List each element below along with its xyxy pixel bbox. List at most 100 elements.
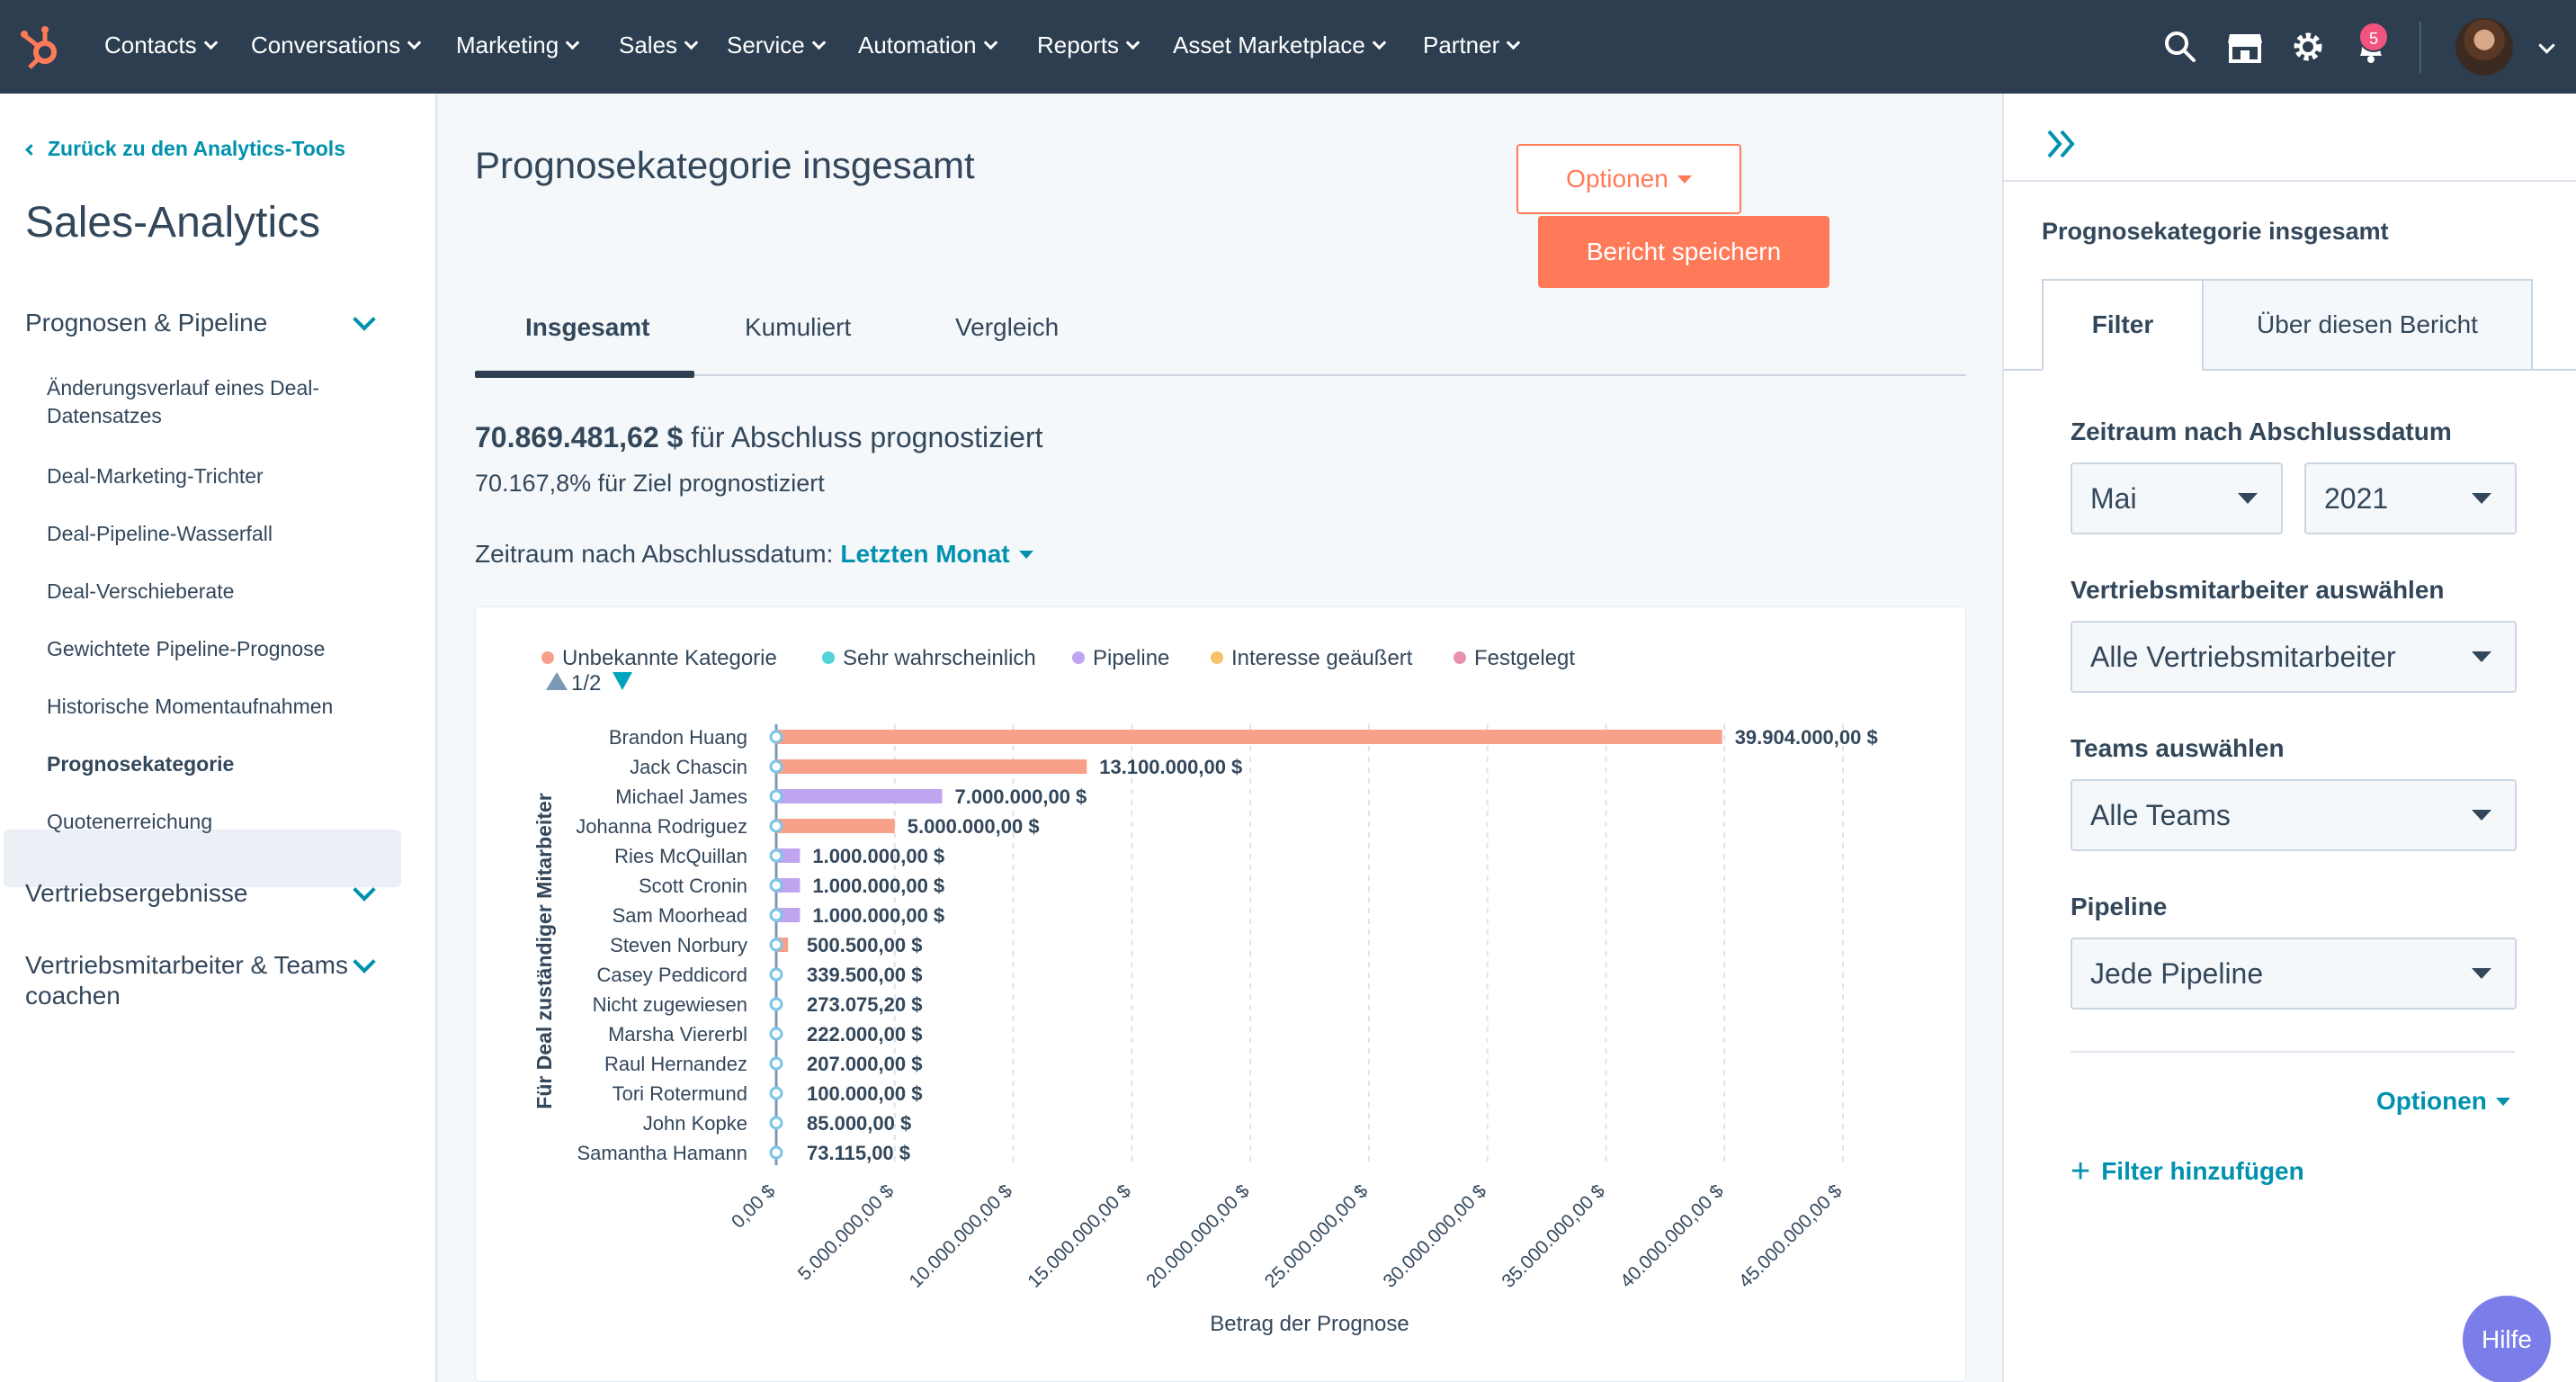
month-select[interactable]: Mai (2071, 462, 2283, 534)
caret-down-icon (1677, 175, 1692, 184)
axis-point-marker (769, 819, 783, 833)
chevron-down-icon[interactable] (2538, 37, 2555, 54)
x-tick-label: 30.000.000,00 $ (1380, 1180, 1491, 1292)
sidebar-section-sales-results[interactable]: Vertriebsergebnisse (25, 878, 349, 909)
nav-sales[interactable]: Sales (619, 27, 699, 63)
axis-point-marker (769, 878, 783, 893)
nav-automation[interactable]: Automation (858, 27, 997, 63)
legend-label: Pipeline (1093, 646, 1169, 670)
tab-overall[interactable]: Insgesamt (525, 313, 650, 342)
sidebar-section-forecast-pipeline[interactable]: Prognosen & Pipeline (25, 308, 349, 338)
tabs-divider (475, 374, 1966, 376)
x-tick-label: 35.000.000,00 $ (1498, 1180, 1609, 1292)
caret-down-icon (2472, 651, 2491, 662)
axis-point-marker (769, 1086, 783, 1100)
legend-label: Interesse geäußert (1231, 646, 1413, 670)
nav-divider (2419, 22, 2421, 74)
tab-cumulative[interactable]: Kumuliert (745, 313, 851, 342)
y-tick-label: Scott Cronin (639, 875, 747, 897)
caret-down-icon (2472, 493, 2491, 504)
y-tick-label: Steven Norbury (610, 934, 747, 956)
nav-marketing[interactable]: Marketing (456, 27, 580, 63)
data-label: 100.000,00 $ (807, 1082, 922, 1105)
x-axis-title: Betrag der Prognose (1210, 1312, 1409, 1336)
help-button[interactable]: Hilfe (2463, 1296, 2551, 1382)
filter-options-dropdown[interactable]: Optionen (2376, 1087, 2510, 1116)
tab-filter[interactable]: Filter (2042, 279, 2204, 371)
chevron-down-icon[interactable] (353, 308, 376, 331)
team-filter-label: Teams auswählen (2071, 734, 2285, 762)
marketplace-icon[interactable] (2225, 27, 2265, 67)
data-label: 1.000.000,00 $ (812, 845, 944, 867)
axis-point-marker (769, 997, 783, 1011)
nav-asset-marketplace[interactable]: Asset Marketplace (1173, 27, 1387, 63)
x-tick-label: 15.000.000,00 $ (1024, 1180, 1135, 1292)
sidebar-item-forecast-category[interactable]: Prognosekategorie (47, 750, 389, 778)
axis-point-marker (769, 967, 783, 982)
axis-point-marker (769, 1056, 783, 1071)
y-tick-label: Sam Moorhead (613, 904, 747, 927)
options-button[interactable]: Optionen (1516, 144, 1741, 214)
nav-conversations[interactable]: Conversations (251, 27, 422, 63)
axis-point-marker (769, 1145, 783, 1160)
legend-label: Unbekannte Kategorie (562, 646, 777, 670)
collapse-panel-icon[interactable] (2044, 126, 2080, 162)
bar-segment (776, 789, 943, 803)
date-range-dropdown[interactable]: Letzten Monat (840, 540, 1033, 568)
axis-point-marker (769, 848, 783, 863)
avatar[interactable] (2455, 18, 2513, 76)
legend-page-indicator: 1/2 (571, 671, 601, 695)
active-tab-indicator (475, 371, 694, 378)
rep-select[interactable]: Alle Vertriebsmitarbeiter (2071, 621, 2517, 693)
y-tick-label: Ries McQuillan (614, 845, 747, 867)
sidebar-section-coaching[interactable]: Vertriebsmitarbeiter & Teams coachen (25, 950, 349, 1011)
sidebar-item-quota-attainment[interactable]: Quotenerreichung (47, 808, 389, 836)
sidebar-item-weighted-forecast[interactable]: Gewichtete Pipeline-Prognose (47, 635, 389, 663)
search-icon[interactable] (2160, 27, 2200, 67)
data-label: 1.000.000,00 $ (812, 875, 944, 897)
nav-contacts[interactable]: Contacts (104, 27, 218, 63)
sidebar-item-pipeline-waterfall[interactable]: Deal-Pipeline-Wasserfall (47, 520, 389, 548)
legend-marker (541, 651, 554, 664)
y-tick-label: John Kopke (643, 1112, 747, 1135)
sidebar-item-deal-funnel[interactable]: Deal-Marketing-Trichter (47, 462, 389, 490)
chevron-down-icon (1506, 35, 1521, 50)
x-tick-label: 45.000.000,00 $ (1735, 1180, 1847, 1292)
back-to-analytics-link[interactable]: Zurück zu den Analytics-Tools (25, 137, 345, 161)
hubspot-logo-icon[interactable] (18, 22, 68, 72)
sidebar-item-snapshots[interactable]: Historische Momentaufnahmen (47, 693, 389, 721)
sidebar-item-deal-slippage[interactable]: Deal-Verschieberate (47, 578, 389, 606)
pipeline-select[interactable]: Jede Pipeline (2071, 938, 2517, 1010)
tab-comparison[interactable]: Vergleich (955, 313, 1059, 342)
add-filter-button[interactable]: + Filter hinzufügen (2071, 1150, 2304, 1190)
pipeline-filter-label: Pipeline (2071, 893, 2168, 920)
axis-point-marker (769, 789, 783, 803)
caret-down-icon (2472, 968, 2491, 979)
legend-marker (1211, 651, 1223, 664)
data-label: 7.000.000,00 $ (954, 785, 1087, 808)
nav-service[interactable]: Service (727, 27, 826, 63)
data-label: 39.904.000,00 $ (1735, 726, 1878, 749)
nav-partner[interactable]: Partner (1423, 27, 1521, 63)
tab-about-report[interactable]: Über diesen Bericht (2202, 279, 2533, 371)
plus-icon: + (2071, 1153, 2091, 1190)
sidebar-item-deal-history[interactable]: Änderungsverlauf eines Deal-Datensatzes (47, 374, 389, 430)
date-range-label: Zeitraum nach Abschlussdatum: (475, 540, 834, 568)
forecast-bar-chart: Unbekannte Kategorie Sehr wahrscheinlich P… (532, 646, 1878, 1336)
chevron-down-icon (1372, 35, 1387, 50)
team-select[interactable]: Alle Teams (2071, 779, 2517, 851)
axis-point-marker (769, 730, 783, 744)
left-sidebar: Zurück zu den Analytics-Tools Sales-Anal… (0, 94, 437, 1382)
legend-label: Festgelegt (1474, 646, 1575, 670)
forecast-summary: 70.869.481,62 $ für Abschluss prognostiz… (475, 421, 1043, 454)
nav-reports[interactable]: Reports (1037, 27, 1140, 63)
forecast-amount: 70.869.481,62 $ (475, 421, 684, 453)
settings-icon[interactable] (2288, 27, 2328, 67)
y-tick-label: Samantha Hamann (577, 1142, 747, 1164)
y-tick-label: Michael James (615, 785, 747, 808)
year-select[interactable]: 2021 (2304, 462, 2517, 534)
chevron-down-icon[interactable] (353, 950, 376, 974)
page-title: Sales-Analytics (25, 199, 321, 247)
y-tick-label: Casey Peddicord (596, 964, 747, 986)
save-report-button[interactable]: Bericht speichern (1538, 216, 1829, 288)
